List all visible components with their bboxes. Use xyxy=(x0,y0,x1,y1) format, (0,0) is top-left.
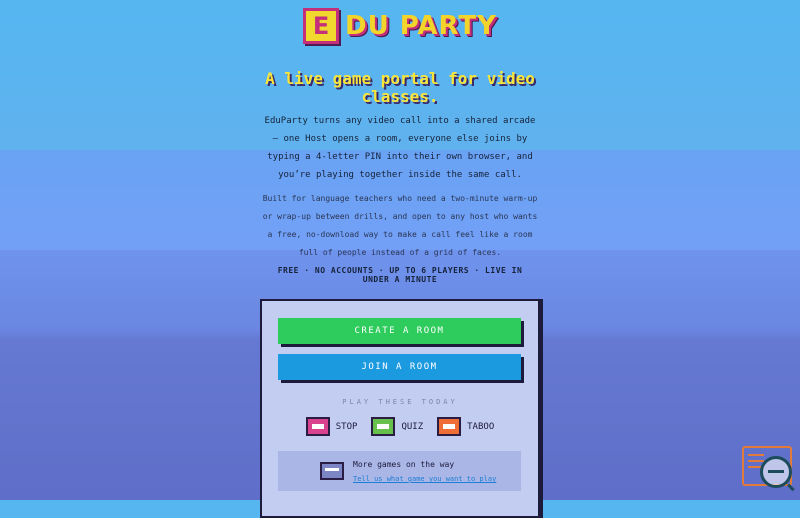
game-name: QUIZ xyxy=(401,421,424,432)
room-card: CREATE A ROOM JOIN A ROOM PLAY THESE TOD… xyxy=(260,299,540,518)
intro-paragraph: EduParty turns any video call into a sha… xyxy=(264,116,536,180)
secondary-paragraph: Built for language teachers who need a t… xyxy=(262,194,538,257)
game-item-quiz[interactable]: QUIZ xyxy=(371,417,423,436)
taboo-game-icon xyxy=(437,417,462,436)
game-name: TABOO xyxy=(467,421,495,432)
feature-tagline: FREE · NO ACCOUNTS · UP TO 6 PLAYERS · L… xyxy=(277,266,523,284)
quiz-game-icon xyxy=(371,417,396,436)
games-list: STOP QUIZ TABOO xyxy=(262,417,538,436)
page-headline: A live game portal for video classes. xyxy=(265,69,535,106)
suggest-game-link[interactable]: Tell us what game you want to play xyxy=(353,475,496,483)
logo-wordmark: DU PARTY xyxy=(345,11,497,41)
search-icon[interactable] xyxy=(760,456,795,492)
create-room-button[interactable]: CREATE A ROOM xyxy=(278,318,521,344)
game-item-taboo[interactable]: TABOO xyxy=(437,417,494,436)
app-logo[interactable]: E DU PARTY xyxy=(0,8,800,44)
logo-letter-badge: E xyxy=(303,8,340,44)
join-room-button[interactable]: JOIN A ROOM xyxy=(278,354,521,380)
more-games-panel: More games on the way Tell us what game … xyxy=(278,451,521,491)
games-section-label: PLAY THESE TODAY xyxy=(342,398,458,406)
game-name: STOP xyxy=(335,421,358,432)
game-item-stop[interactable]: STOP xyxy=(305,417,358,436)
stop-game-icon xyxy=(305,417,330,436)
arcade-icon xyxy=(320,462,344,480)
more-games-title: More games on the way xyxy=(353,460,455,469)
